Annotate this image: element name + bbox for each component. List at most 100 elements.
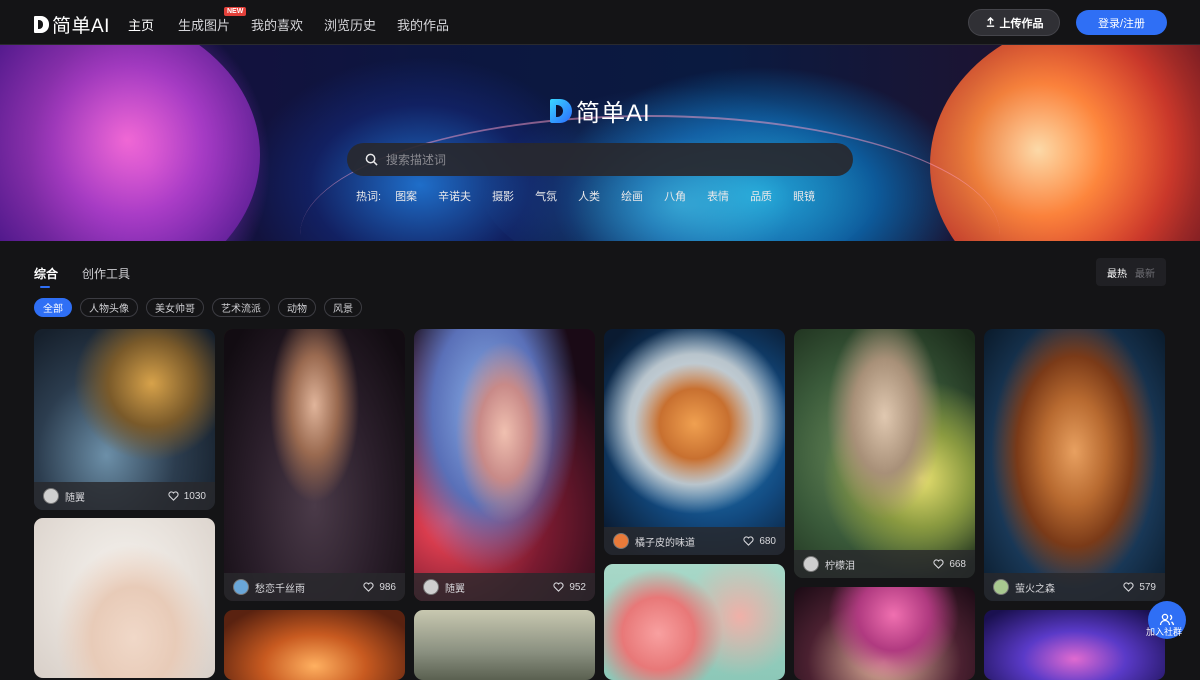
card-username[interactable]: 愁恋千丝雨 [255,580,363,595]
artwork-card[interactable] [984,610,1165,680]
hot-tag[interactable]: 八角 [664,188,686,204]
like-number: 579 [1139,581,1156,593]
artwork-image [224,329,405,601]
artwork-image [604,329,785,555]
nav-item-my-works[interactable]: 我的作品 [397,15,449,34]
nav-item-history[interactable]: 浏览历史 [324,15,376,34]
hot-label: 热词: [356,191,382,203]
like-number: 986 [379,581,396,593]
avatar [423,579,439,595]
orbit-arc [300,115,1000,241]
search-input[interactable] [386,152,806,167]
hot-tag[interactable]: 人类 [578,188,600,204]
artwork-image [34,518,215,678]
artwork-card[interactable]: 愁恋千丝雨 986 [224,329,405,601]
heart-icon [743,536,754,546]
card-meta: 愁恋千丝雨 986 [224,573,405,601]
hot-tag[interactable]: 辛诺夫 [438,188,471,204]
hot-tag[interactable]: 眼镜 [793,188,815,204]
artwork-card[interactable] [604,564,785,680]
artwork-image [794,587,975,680]
artwork-image [224,610,405,680]
artwork-image [414,610,595,680]
hot-tag[interactable]: 图案 [395,188,417,204]
planet-left-decoration [0,45,260,241]
artwork-card[interactable] [224,610,405,680]
hot-keywords: 热词: 图案 辛诺夫 摄影 气氛 人类 绘画 八角 表情 品质 眼镜 [356,188,836,204]
avatar [803,556,819,572]
like-number: 1030 [183,490,206,502]
card-meta: 随翼 952 [414,573,595,601]
sort-hot[interactable]: 最热 [1107,265,1127,280]
chip-beauty[interactable]: 美女帅哥 [146,298,204,317]
like-number: 668 [949,558,966,570]
brand-logo[interactable]: 简单AI [34,11,110,38]
banner-logo-text: 简单AI [576,100,651,127]
artwork-card[interactable]: 随翼 1030 [34,329,215,510]
like-count[interactable]: 668 [933,559,966,570]
artwork-image [414,329,595,601]
artwork-image [604,564,785,680]
card-username[interactable]: 萤火之森 [1015,580,1123,595]
upload-label: 上传作品 [999,17,1044,30]
chip-portrait[interactable]: 人物头像 [80,298,138,317]
artwork-card[interactable] [794,587,975,680]
artwork-card[interactable]: 随翼 952 [414,329,595,601]
hot-tag[interactable]: 气氛 [535,188,557,204]
artwork-card[interactable] [414,610,595,680]
chip-all[interactable]: 全部 [34,298,72,317]
card-meta: 萤火之森 579 [984,573,1165,601]
hot-tag[interactable]: 表情 [707,188,729,204]
hero-banner: 简单AI 热词: 图案 辛诺夫 摄影 气氛 人类 绘画 八角 表情 品质 眼镜 [0,45,1200,241]
banner-logo: 简单AI [550,93,651,128]
upload-icon [986,17,994,27]
card-meta: 柠檬泪 668 [794,550,975,578]
like-count[interactable]: 680 [743,536,776,547]
card-meta: 橘子皮的味道 680 [604,527,785,555]
new-badge: NEW [224,7,247,16]
nav-item-home[interactable]: 主页 [128,15,154,34]
avatar [613,533,629,549]
artwork-card[interactable]: 萤火之森 579 [984,329,1165,601]
like-count[interactable]: 986 [363,582,396,593]
like-count[interactable]: 579 [1123,582,1156,593]
search-bar[interactable] [347,143,853,176]
card-username[interactable]: 随翼 [65,489,168,504]
nav-item-generate[interactable]: 生成图片 [178,15,230,34]
heart-icon [1123,582,1134,592]
like-count[interactable]: 1030 [168,491,206,502]
heart-icon [363,582,374,592]
card-meta: 随翼 1030 [34,482,215,510]
category-chips: 全部 人物头像 美女帅哥 艺术流派 动物 风景 [34,298,370,317]
heart-icon [553,582,564,592]
artwork-card[interactable]: 橘子皮的味道 680 [604,329,785,555]
chip-art-style[interactable]: 艺术流派 [212,298,270,317]
logo-mark-icon [34,16,49,33]
hot-tag[interactable]: 摄影 [492,188,514,204]
card-username[interactable]: 柠檬泪 [825,557,933,572]
heart-icon [933,559,944,569]
chip-landscape[interactable]: 风景 [324,298,362,317]
like-number: 680 [759,535,776,547]
like-number: 952 [569,581,586,593]
hot-tag[interactable]: 绘画 [621,188,643,204]
like-count[interactable]: 952 [553,582,586,593]
artwork-card[interactable] [34,518,215,678]
top-nav: 简单AI 主页 生成图片 NEW 我的喜欢 浏览历史 我的作品 上传作品 登录/… [0,0,1200,45]
hot-tag[interactable]: 品质 [750,188,772,204]
card-username[interactable]: 随翼 [445,580,553,595]
sort-latest[interactable]: 最新 [1135,265,1155,280]
tab-creation-tools[interactable]: 创作工具 [82,265,130,288]
chip-animal[interactable]: 动物 [278,298,316,317]
artwork-card[interactable]: 柠檬泪 668 [794,329,975,578]
card-username[interactable]: 橘子皮的味道 [635,534,743,549]
tab-general[interactable]: 综合 [34,265,58,288]
upload-button[interactable]: 上传作品 [968,9,1060,36]
avatar [993,579,1009,595]
join-community-label: 加入社群 [1146,627,1183,637]
avatar [233,579,249,595]
nav-item-likes[interactable]: 我的喜欢 [251,15,303,34]
search-icon [365,153,378,166]
login-button[interactable]: 登录/注册 [1076,10,1167,35]
artwork-image [984,329,1165,601]
